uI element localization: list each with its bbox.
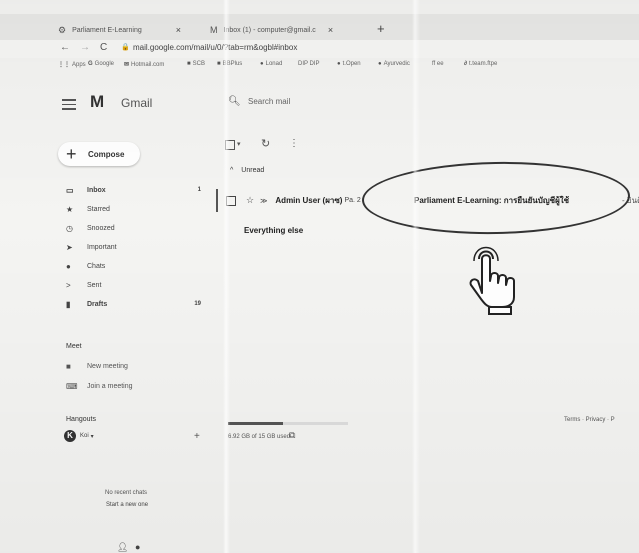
no-chats-text: No recent chats (105, 490, 148, 496)
gear-icon: ⚙ (58, 24, 67, 35)
google-icon: G (88, 61, 93, 67)
storage-fill (228, 422, 284, 425)
url-bar[interactable]: mail.google.com/mail/u/0/?tab=rm&ogbl#in… (133, 43, 297, 52)
compose-button[interactable]: + Compose (58, 142, 140, 166)
tab-inbox[interactable]: M Inbox (1) - computer@gmail.c × (210, 20, 333, 40)
back-icon[interactable]: ← (60, 42, 70, 53)
close-icon[interactable]: × (328, 25, 333, 35)
gmail-icon: M (210, 25, 218, 35)
row-checkbox[interactable] (226, 195, 236, 206)
chat-bubble-icon[interactable]: ● (135, 542, 140, 552)
avatar: K (64, 430, 76, 442)
search-input[interactable]: Search mail (248, 97, 290, 106)
gmail-logo-icon[interactable]: M (90, 92, 104, 112)
bookmark-ffee[interactable]: ff ee (432, 61, 444, 67)
sidebar-item-snoozed[interactable]: ◷ Snoozed (66, 221, 201, 235)
bookmark-tteam[interactable]: ∂ t.team.ftpe (464, 61, 497, 67)
inbox-icon: ▭ (66, 185, 74, 195)
highlight-ellipse (361, 159, 631, 237)
plus-icon: + (66, 144, 77, 164)
hotmail-icon: ✉ (124, 62, 130, 68)
star-icon: ★ (66, 204, 74, 214)
select-caret-icon[interactable]: ▾ (237, 140, 241, 148)
draft-count: 19 (194, 301, 201, 307)
hangouts-heading: Hangouts (66, 416, 96, 423)
hangouts-username: Koi (80, 433, 89, 439)
footer-links[interactable]: Terms · Privacy · P (564, 417, 615, 423)
start-chat-link[interactable]: Start a new one (106, 502, 148, 508)
gmail-logo-text: Gmail (121, 96, 153, 110)
sidebar-item-inbox[interactable]: ▭ Inbox 1 (66, 183, 201, 197)
bookmark-hotmail[interactable]: ✉ Hotmail.com (124, 61, 164, 68)
bottom-icons: 👤︎ ● (117, 542, 140, 553)
star-icon[interactable]: ☆ (246, 195, 254, 206)
unread-count: 1 (197, 187, 201, 193)
bookmark-dip[interactable]: DIP DIP (298, 61, 320, 67)
pointing-hand-icon (469, 246, 515, 315)
chevron-down-icon: ▾ (90, 433, 94, 440)
bookmark-apps[interactable]: ⋮⋮ Apps (58, 61, 86, 68)
unread-section-header[interactable]: ^ Unread (230, 167, 264, 174)
storage-bar (228, 422, 348, 425)
bookmark-google[interactable]: G Google (88, 61, 114, 67)
bbplus-icon: ■ (217, 61, 221, 67)
video-icon: ■ (66, 362, 71, 371)
sidebar-item-chats[interactable]: ● Chats (66, 259, 201, 273)
globe-icon: ● (260, 61, 264, 67)
hangouts-user[interactable]: K Koi ▾ (64, 430, 94, 442)
tab-parliament[interactable]: ⚙ Parliament E-Learning × (58, 20, 181, 40)
bookmarks-bar: ⋮⋮ Apps G Google ✉ Hotmail.com ■ SCB ■ BBPlus… (0, 59, 639, 73)
close-icon[interactable]: × (176, 25, 181, 35)
external-link-icon[interactable]: ⧉ (289, 430, 295, 441)
search-icon[interactable]: 🔍︎ (228, 96, 241, 107)
add-contact-button[interactable]: + (194, 431, 200, 442)
draft-icon: ▮ (66, 299, 71, 309)
important-icon[interactable]: ≫ (260, 197, 267, 205)
lock-icon: 🔒 (121, 44, 130, 51)
chat-icon: ● (66, 261, 71, 271)
join-meeting-button[interactable]: ⌨ Join a meeting (66, 382, 133, 391)
globe-icon: ● (378, 61, 382, 67)
important-icon: ➤ (66, 242, 73, 252)
reload-icon[interactable]: C (100, 42, 107, 53)
forward-icon[interactable]: → (80, 42, 90, 53)
everything-else-header[interactable]: Everything else (244, 226, 303, 235)
new-tab-button[interactable]: + (377, 21, 385, 36)
bookmark-bbplus[interactable]: ■ BBPlus (217, 61, 242, 67)
address-row: ← → C 🔒 mail.google.com/mail/u/0/?tab=rm… (0, 40, 639, 58)
tab-label: Parliament E-Learning (72, 26, 142, 34)
link-icon: ∂ (464, 61, 467, 67)
globe-icon: ● (337, 61, 341, 67)
sidebar-item-sent[interactable]: > Sent (66, 278, 201, 292)
send-icon: > (66, 280, 71, 290)
select-all-checkbox[interactable] (225, 140, 235, 150)
bookmark-lonad[interactable]: ● Lonad (260, 61, 282, 67)
clock-icon: ◷ (66, 223, 73, 233)
bookmark-scb[interactable]: ■ SCB (187, 61, 205, 67)
storage-text: 6.92 GB of 15 GB used (228, 434, 291, 440)
collapse-icon: ^ (230, 167, 234, 174)
main-menu-icon[interactable] (62, 96, 76, 113)
grid-icon: ⋮⋮ (58, 62, 70, 68)
scb-icon: ■ (187, 61, 191, 67)
email-sender: Admin User (ผาซ) (275, 196, 343, 205)
sidebar-item-starred[interactable]: ★ Starred (66, 202, 201, 216)
more-options-icon[interactable]: ⋮ (289, 138, 299, 149)
tab-bar: ⚙ Parliament E-Learning × M Inbox (1) - … (0, 14, 639, 40)
thread-count: Pa. 2 (344, 197, 361, 204)
tab-label: Inbox (1) - computer@gmail.c (223, 26, 316, 34)
bookmark-topen[interactable]: ● t.Open (337, 61, 361, 67)
refresh-icon[interactable]: ↻ (261, 137, 270, 150)
sidebar-item-important[interactable]: ➤ Important (66, 240, 201, 254)
meet-heading: Meet (66, 343, 82, 350)
sidebar-item-drafts[interactable]: ▮ Drafts 19 (66, 297, 201, 311)
bookmark-ayurvedic[interactable]: ● Ayurvedic (378, 61, 410, 67)
person-icon[interactable]: 👤︎ (117, 542, 128, 552)
new-meeting-button[interactable]: ■ New meeting (66, 362, 128, 371)
keyboard-icon: ⌨ (66, 382, 78, 391)
